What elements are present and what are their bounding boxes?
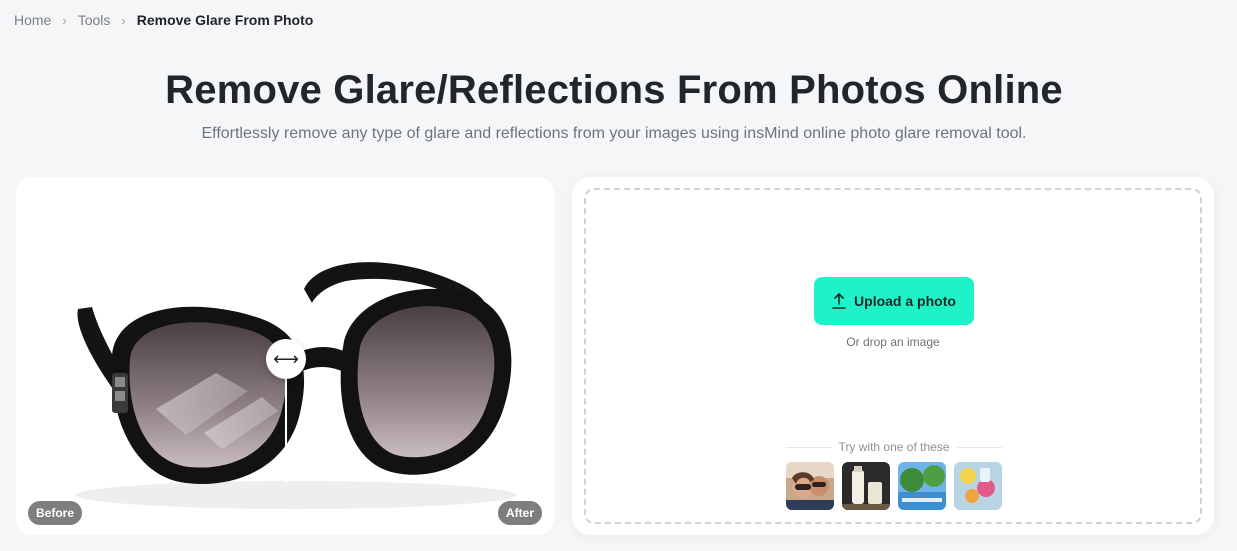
sample-image-beach-trees[interactable] (898, 462, 946, 510)
after-label: After (497, 501, 542, 525)
before-after-preview[interactable]: ⟷ Before After (16, 177, 554, 535)
page-subtitle: Effortlessly remove any type of glare an… (201, 125, 1027, 142)
divider (786, 446, 831, 448)
drop-zone[interactable]: Upload a photo Or drop an image Try with… (584, 188, 1202, 524)
upload-button-label: Upload a photo (854, 293, 956, 309)
sample-image-milk-bottles[interactable] (842, 462, 890, 510)
chevron-right-icon: › (121, 12, 126, 28)
breadcrumb-tools[interactable]: Tools (78, 12, 111, 28)
slider-handle[interactable]: ⟷ (266, 339, 306, 379)
try-samples-header: Try with one of these (786, 440, 1003, 454)
breadcrumb-current: Remove Glare From Photo (136, 12, 314, 28)
try-samples-label: Try with one of these (838, 440, 950, 454)
page: Home › Tools › Remove Glare From Photo R… (0, 0, 1237, 551)
before-label: Before (28, 501, 83, 525)
left-right-arrow-icon: ⟷ (273, 348, 299, 369)
sample-images (786, 462, 1002, 510)
upload-card: Upload a photo Or drop an image Try with… (572, 177, 1214, 535)
upload-photo-button[interactable]: Upload a photo (814, 277, 974, 325)
upload-arrow-icon (832, 293, 846, 309)
sample-image-couple-selfie[interactable] (786, 462, 834, 510)
chevron-right-icon: › (62, 12, 67, 28)
page-title: Remove Glare/Reflections From Photos Onl… (165, 68, 1063, 112)
drop-hint: Or drop an image (846, 335, 940, 349)
breadcrumb-home[interactable]: Home (14, 12, 51, 28)
divider (957, 446, 1003, 448)
breadcrumb: Home › Tools › Remove Glare From Photo (14, 12, 313, 28)
sample-image-fruit-drinks[interactable] (954, 462, 1002, 510)
